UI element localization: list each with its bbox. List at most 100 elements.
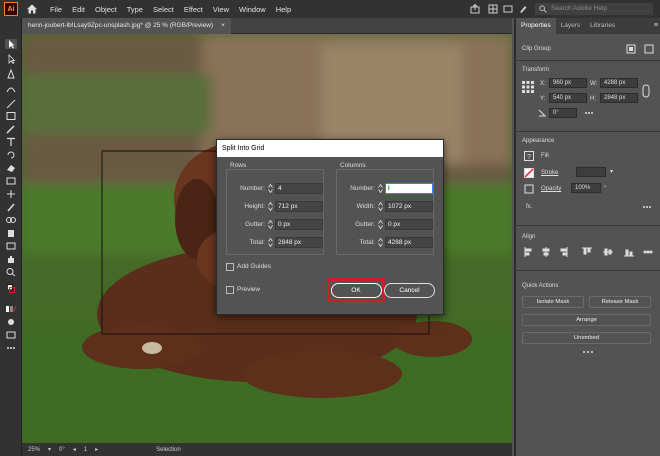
artboard-number[interactable]: 1: [84, 447, 87, 453]
isolate-mask-button[interactable]: Isolate Mask: [522, 296, 584, 308]
columns-total-stepper-icon[interactable]: [378, 238, 383, 247]
eraser-tool-icon[interactable]: [5, 163, 17, 173]
symbol-sprayer-tool-icon[interactable]: [5, 228, 17, 238]
eyedropper-tool-icon[interactable]: [5, 202, 17, 212]
ok-button[interactable]: OK: [330, 283, 382, 298]
menu-window[interactable]: Window: [239, 5, 266, 14]
rows-total-stepper-icon[interactable]: [268, 238, 273, 247]
preview-checkbox[interactable]: [226, 286, 234, 294]
columns-gutter-field[interactable]: 0 px: [385, 219, 433, 230]
screen-mode-icon[interactable]: [5, 330, 17, 340]
x-position-field[interactable]: 960 px: [549, 78, 587, 88]
menu-select[interactable]: Select: [153, 5, 174, 14]
columns-gutter-row: Gutter: 0 px: [337, 219, 435, 230]
stroke-swatch-icon[interactable]: [524, 168, 534, 178]
switch-workspace-icon[interactable]: [503, 4, 513, 14]
opacity-field[interactable]: 100%: [571, 183, 601, 193]
rotation-angle[interactable]: 0°: [59, 447, 65, 453]
direct-selection-tool-icon[interactable]: [5, 54, 17, 64]
paintbrush-tool-icon[interactable]: [5, 124, 17, 134]
more-tools-icon[interactable]: [5, 343, 17, 353]
rows-height-stepper-icon[interactable]: [268, 202, 273, 211]
height-field[interactable]: 2848 px: [600, 93, 638, 103]
rotate-tool-icon[interactable]: [5, 150, 17, 160]
share-icon[interactable]: [470, 4, 480, 14]
rows-total-field[interactable]: 2848 px: [275, 237, 323, 248]
draw-mode-icon[interactable]: [5, 317, 17, 327]
blend-tool-icon[interactable]: [5, 215, 17, 225]
stroke-label[interactable]: Stroke: [541, 170, 558, 176]
close-tab-icon[interactable]: ×: [221, 18, 225, 34]
reference-point-icon[interactable]: [522, 81, 534, 93]
zoom-dropdown-icon[interactable]: ▾: [48, 446, 51, 453]
rows-number-field[interactable]: 4: [275, 183, 323, 194]
rotate-angle-field[interactable]: 0°: [549, 108, 577, 118]
isolate-group-icon[interactable]: [626, 44, 636, 54]
columns-total-field[interactable]: 4288 px: [385, 237, 433, 248]
columns-gutter-stepper-icon[interactable]: [378, 220, 383, 229]
artboard-tool-icon[interactable]: [5, 241, 17, 251]
constrain-proportions-icon[interactable]: [642, 84, 650, 98]
line-tool-icon[interactable]: [5, 99, 17, 109]
columns-width-stepper-icon[interactable]: [378, 202, 383, 211]
zoom-tool-icon[interactable]: [5, 267, 17, 277]
selection-type: Clip Group: [522, 46, 551, 52]
appearance-title: Appearance: [522, 138, 555, 144]
search-field[interactable]: Search Adobe Help: [535, 3, 653, 15]
rows-label: Rows: [228, 162, 249, 169]
columns-number-stepper-icon[interactable]: [378, 184, 383, 193]
menu-help[interactable]: Help: [276, 5, 291, 14]
fill-stroke-swatch-icon[interactable]: [5, 284, 17, 294]
panel-menu-icon[interactable]: ≡: [654, 18, 658, 34]
type-tool-icon[interactable]: [5, 137, 17, 147]
selection-tool-icon[interactable]: [5, 39, 17, 49]
artboard-next-icon[interactable]: ▸: [95, 446, 98, 453]
edit-contents-icon[interactable]: [644, 44, 654, 54]
rows-gutter-field[interactable]: 0 px: [275, 219, 323, 230]
more-appearance-icon[interactable]: [642, 202, 652, 212]
tab-layers[interactable]: Layers: [556, 18, 586, 34]
more-transform-icon[interactable]: [584, 108, 594, 118]
unembed-button[interactable]: Unembed: [522, 332, 651, 344]
scale-tool-icon[interactable]: [5, 176, 17, 186]
tab-libraries[interactable]: Libraries: [585, 18, 620, 34]
menu-file[interactable]: File: [50, 5, 62, 14]
align-buttons-icon[interactable]: [524, 247, 654, 257]
opacity-label[interactable]: Opacity: [541, 186, 561, 192]
curvature-tool-icon[interactable]: [5, 84, 17, 94]
arrange-button[interactable]: Arrange: [522, 314, 651, 326]
document-tab[interactable]: henri-joubert-lb!Lsay9Zpc-unsplash.jpg* …: [22, 18, 231, 34]
fill-swatch-icon[interactable]: ?: [524, 151, 534, 161]
columns-number-field[interactable]: I: [385, 183, 433, 194]
tab-properties[interactable]: Properties: [516, 18, 556, 34]
arrange-documents-icon[interactable]: [488, 4, 498, 14]
menu-view[interactable]: View: [213, 5, 229, 14]
menu-edit[interactable]: Edit: [72, 5, 85, 14]
menu-type[interactable]: Type: [127, 5, 143, 14]
rows-number-stepper-icon[interactable]: [268, 184, 273, 193]
release-mask-button[interactable]: Release Mask: [589, 296, 651, 308]
add-guides-checkbox[interactable]: [226, 263, 234, 271]
pen-tool-icon[interactable]: [5, 69, 17, 79]
opacity-dropdown-icon[interactable]: ›: [604, 184, 606, 190]
rows-gutter-stepper-icon[interactable]: [268, 220, 273, 229]
hand-tool-icon[interactable]: [5, 254, 17, 264]
color-mode-icon[interactable]: [5, 304, 17, 314]
more-actions-icon[interactable]: [582, 349, 594, 355]
fx-button[interactable]: fx.: [526, 204, 532, 210]
home-icon[interactable]: [26, 3, 38, 15]
stroke-dropdown-icon[interactable]: ▾: [610, 168, 613, 175]
stroke-weight-field[interactable]: [576, 167, 606, 177]
y-position-field[interactable]: 540 px: [549, 93, 587, 103]
cancel-button[interactable]: Cancel: [384, 283, 435, 298]
columns-width-field[interactable]: 1072 px: [385, 201, 433, 212]
menu-object[interactable]: Object: [95, 5, 117, 14]
zoom-level[interactable]: 25%: [28, 447, 40, 453]
artboard-nav-icon[interactable]: ◂: [73, 446, 76, 453]
rows-height-field[interactable]: 712 px: [275, 201, 323, 212]
pen-icon[interactable]: [518, 4, 528, 14]
menu-effect[interactable]: Effect: [184, 5, 203, 14]
width-field[interactable]: 4288 px: [600, 78, 638, 88]
width-tool-icon[interactable]: [5, 189, 17, 199]
rectangle-tool-icon[interactable]: [5, 111, 17, 121]
